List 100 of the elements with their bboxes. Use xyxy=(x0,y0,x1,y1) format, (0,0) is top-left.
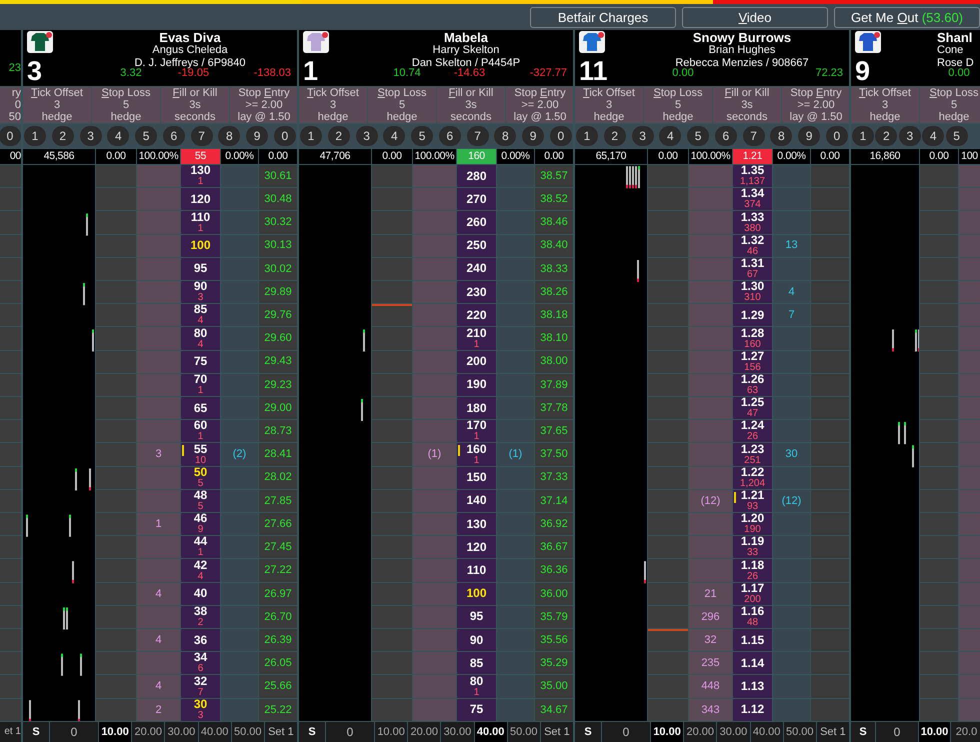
price-cell[interactable]: 80 1 xyxy=(457,675,496,698)
back-cell[interactable] xyxy=(689,536,732,558)
hotkey-button[interactable]: 3 xyxy=(80,126,102,146)
back-cell[interactable] xyxy=(413,165,456,188)
price-cell[interactable]: 1.25 47 xyxy=(733,397,772,420)
back-cell[interactable]: 235 xyxy=(689,652,732,674)
hotkey-button[interactable]: 1 xyxy=(852,126,874,146)
ladder-cell[interactable] xyxy=(96,629,136,652)
price-cell[interactable]: 1.14 xyxy=(733,652,772,674)
back-cell[interactable] xyxy=(959,234,980,257)
back-cell[interactable] xyxy=(413,420,456,442)
lay-cell[interactable] xyxy=(221,629,258,652)
back-cell[interactable] xyxy=(689,443,732,466)
lay-cell[interactable]: (12) xyxy=(773,490,810,512)
hotkey-button[interactable]: 1 xyxy=(576,126,598,146)
lay-cell[interactable] xyxy=(221,582,258,605)
lay-cell[interactable] xyxy=(497,281,534,304)
ladder-cell[interactable] xyxy=(372,559,412,582)
back-cell[interactable] xyxy=(959,629,980,652)
lay-cell[interactable]: 4 xyxy=(773,281,810,304)
lay-cell[interactable] xyxy=(497,165,534,188)
ladder-cell[interactable] xyxy=(0,165,21,188)
hotkey-button[interactable]: 5 xyxy=(687,126,710,146)
ladder-cell[interactable] xyxy=(96,606,136,628)
ladder-cell[interactable] xyxy=(372,397,412,420)
stake-button[interactable]: 20.00 xyxy=(132,722,164,742)
hotkey-button[interactable]: 2 xyxy=(328,126,350,146)
ladder-cell[interactable] xyxy=(920,304,958,326)
ladder-cell[interactable] xyxy=(96,536,136,558)
ladder-cell[interactable] xyxy=(0,629,21,652)
lay-cell[interactable] xyxy=(497,304,534,326)
price-cell[interactable]: 280 xyxy=(457,165,496,188)
price-cell[interactable]: 130 1 xyxy=(181,165,220,188)
settings-button[interactable]: Tick Offset 3 hedge xyxy=(299,87,367,123)
ladder-cell[interactable] xyxy=(920,513,958,536)
lay-cell[interactable] xyxy=(221,304,258,326)
price-cell[interactable]: 1.27 156 xyxy=(733,350,772,373)
ladder-cell[interactable] xyxy=(920,559,958,582)
ladder-cell[interactable] xyxy=(0,188,21,210)
ladder-cell[interactable] xyxy=(0,675,21,698)
price-cell[interactable]: 1.30 310 xyxy=(733,281,772,304)
ladder-cell[interactable] xyxy=(372,582,412,605)
lay-cell[interactable] xyxy=(773,258,810,280)
back-cell[interactable]: 2 xyxy=(137,698,180,721)
lay-cell[interactable] xyxy=(221,606,258,628)
ladder-cell[interactable] xyxy=(0,420,21,442)
ladder-cell[interactable] xyxy=(920,606,958,628)
lay-cell[interactable] xyxy=(221,397,258,420)
back-cell[interactable] xyxy=(959,350,980,373)
hotkey-button[interactable]: 2 xyxy=(52,126,74,146)
hotkey-button[interactable]: 6 xyxy=(438,126,461,146)
back-cell[interactable] xyxy=(137,350,180,373)
back-cell[interactable] xyxy=(413,350,456,373)
hotkey-button[interactable]: 6 xyxy=(162,126,185,146)
lay-cell[interactable] xyxy=(497,374,534,396)
back-cell[interactable] xyxy=(689,211,732,234)
back-cell[interactable] xyxy=(413,281,456,304)
lay-cell[interactable] xyxy=(497,420,534,442)
price-cell[interactable]: 1.12 xyxy=(733,698,772,721)
toolbar-button[interactable]: Video xyxy=(682,6,828,28)
s-button[interactable]: S xyxy=(23,722,49,742)
price-cell[interactable]: 200 xyxy=(457,350,496,373)
ladder-cell[interactable] xyxy=(648,513,688,536)
back-cell[interactable] xyxy=(959,698,980,721)
price-cell[interactable]: 1.20 190 xyxy=(733,513,772,536)
hotkey-button[interactable]: 1 xyxy=(24,126,46,146)
ladder-cell[interactable] xyxy=(648,327,688,350)
back-cell[interactable]: 343 xyxy=(689,698,732,721)
back-cell[interactable] xyxy=(959,513,980,536)
lay-cell[interactable] xyxy=(497,466,534,489)
price-cell[interactable]: 120 xyxy=(457,536,496,558)
price-cell[interactable]: 34 6 xyxy=(181,652,220,674)
ladder-cell[interactable] xyxy=(920,258,958,280)
price-cell[interactable]: 100 xyxy=(457,582,496,605)
stake-button[interactable]: 10.00 xyxy=(99,722,132,742)
back-cell[interactable] xyxy=(689,304,732,326)
back-cell[interactable] xyxy=(689,374,732,396)
set-button[interactable]: Set 1 xyxy=(816,722,849,742)
ladder-cell[interactable] xyxy=(96,513,136,536)
back-cell[interactable] xyxy=(413,466,456,489)
ladder-cell[interactable] xyxy=(372,513,412,536)
ladder-cell[interactable] xyxy=(920,420,958,442)
back-cell[interactable] xyxy=(413,258,456,280)
back-cell[interactable] xyxy=(137,536,180,558)
ladder-cell[interactable] xyxy=(372,374,412,396)
ladder-cell[interactable] xyxy=(920,698,958,721)
back-cell[interactable] xyxy=(959,536,980,558)
lay-cell[interactable] xyxy=(497,513,534,536)
lay-cell[interactable] xyxy=(221,536,258,558)
lay-cell[interactable] xyxy=(221,165,258,188)
back-cell[interactable] xyxy=(689,397,732,420)
ladder-cell[interactable] xyxy=(372,327,412,350)
ladder-cell[interactable] xyxy=(372,304,412,326)
s-button[interactable]: S xyxy=(299,722,325,742)
ladder-cell[interactable] xyxy=(920,374,958,396)
back-cell[interactable]: 296 xyxy=(689,606,732,628)
set-button[interactable]: Set 1 xyxy=(264,722,297,742)
back-cell[interactable] xyxy=(959,397,980,420)
back-cell[interactable] xyxy=(413,513,456,536)
stake-button[interactable]: 20.0 xyxy=(951,722,980,742)
